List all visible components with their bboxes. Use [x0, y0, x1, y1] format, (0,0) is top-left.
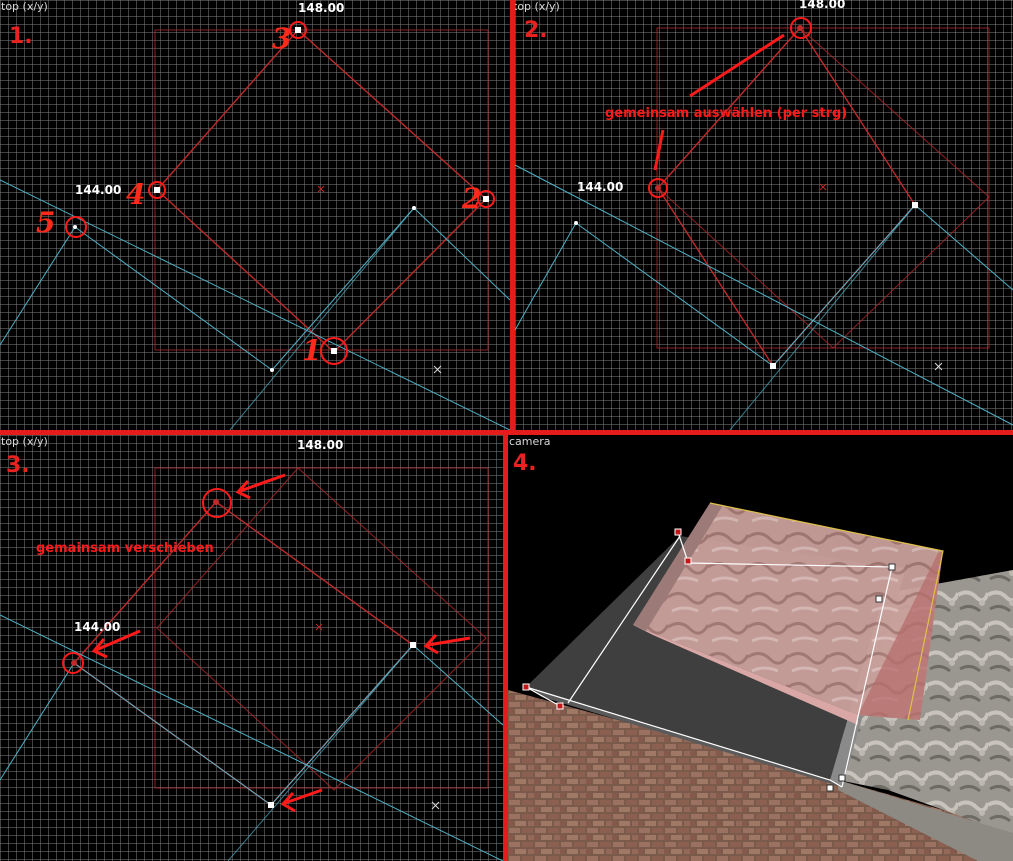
- handwritten-4: 4: [126, 178, 146, 211]
- viewport-label: top (x/y): [515, 0, 560, 13]
- handwritten-5: 5: [36, 206, 56, 239]
- viewport-top-1[interactable]: top (x/y) 1. 148.00 144.00 3 4 2 1 5: [0, 0, 510, 430]
- viewport-1-geometry: [0, 21, 510, 430]
- panel-number: 3.: [6, 453, 30, 478]
- panel-number: 1.: [9, 24, 33, 49]
- viewport-camera[interactable]: camera 4.: [508, 435, 1013, 861]
- viewport-3-geometry: [0, 467, 503, 861]
- coordinate-left: 144.00: [577, 180, 624, 194]
- annotation-move-together: gemainsam verschieben: [36, 541, 214, 556]
- separator-vertical-bottom: [503, 435, 508, 861]
- handwritten-1: 1: [302, 334, 322, 367]
- coordinate-left: 144.00: [75, 183, 122, 197]
- viewport-label: camera: [509, 435, 551, 448]
- coordinate-top: 148.00: [799, 0, 846, 11]
- viewport-top-2[interactable]: top (x/y) 2. 148.00 144.00 gemeinsam aus…: [515, 0, 1013, 430]
- handwritten-2: 2: [462, 182, 482, 215]
- coordinate-top: 148.00: [298, 1, 345, 15]
- editor-window: top (x/y) 1. 148.00 144.00 3 4 2 1 5 top…: [0, 0, 1013, 861]
- viewport-label: top (x/y): [1, 0, 48, 13]
- viewport-2-geometry: [515, 17, 1013, 430]
- camera-scene: [508, 502, 1013, 861]
- panel-number: 2.: [524, 18, 548, 43]
- coordinate-top: 148.00: [297, 438, 344, 452]
- coordinate-left: 144.00: [74, 620, 121, 634]
- annotation-select-together: gemeinsam auswählen (per strg): [605, 106, 848, 121]
- handwritten-3: 3: [272, 22, 292, 55]
- viewport-top-3[interactable]: top (x/y) 3. 148.00 144.00 gemainsam ver…: [0, 435, 503, 861]
- panel-number: 4.: [513, 451, 537, 476]
- viewport-label: top (x/y): [1, 435, 48, 448]
- separator-vertical-top: [510, 0, 515, 435]
